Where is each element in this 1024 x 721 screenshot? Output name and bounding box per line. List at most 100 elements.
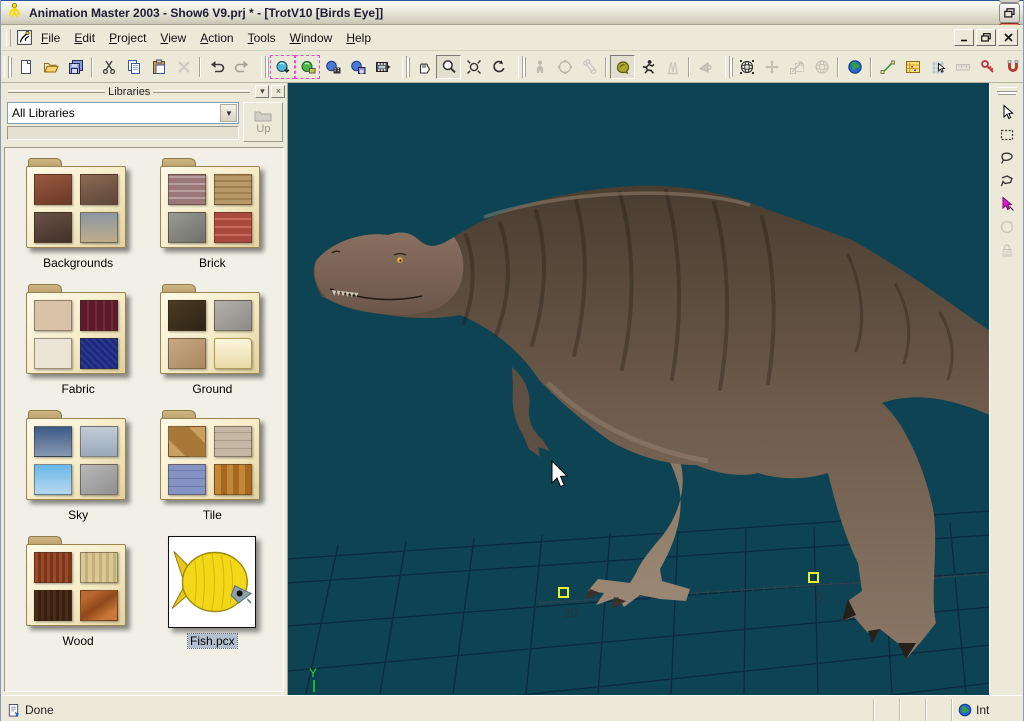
undo-button[interactable]	[204, 55, 229, 79]
library-folder-tile[interactable]: Tile	[145, 410, 279, 522]
menu-project[interactable]: Project	[102, 27, 153, 49]
restore-button[interactable]	[999, 3, 1020, 23]
menu-view[interactable]: View	[153, 27, 193, 49]
child-restore-button[interactable]	[976, 29, 996, 46]
fish-icon	[172, 540, 252, 624]
panel-pin-button[interactable]: ▾	[255, 85, 269, 98]
toolbar-gripper[interactable]	[997, 87, 1017, 92]
child-close-button[interactable]	[998, 29, 1018, 46]
skeletal-mode-button[interactable]	[635, 55, 660, 79]
redo-button[interactable]	[229, 55, 254, 79]
arrow-select-icon	[999, 104, 1015, 120]
navigate-mode-button[interactable]	[527, 55, 552, 79]
header-groove	[8, 90, 105, 93]
translate-manipulator-button[interactable]	[759, 55, 784, 79]
preview-animation-button[interactable]	[370, 55, 395, 79]
texture-swatch	[80, 300, 118, 331]
path-marker-near[interactable]	[559, 588, 568, 597]
panel-close-button[interactable]: ×	[271, 85, 285, 98]
new-project-button[interactable]	[13, 55, 38, 79]
modeling-mode-button[interactable]	[552, 55, 577, 79]
render-to-file-button[interactable]	[345, 55, 370, 79]
zoom-button[interactable]	[436, 55, 461, 79]
folder-icon	[26, 536, 130, 628]
texture-swatch	[214, 300, 252, 331]
scale-manipulator-button[interactable]	[784, 55, 809, 79]
rect-select-tool-button[interactable]	[994, 123, 1020, 146]
ruler-tool-button[interactable]	[950, 55, 975, 79]
paste-button[interactable]	[146, 55, 171, 79]
menu-file[interactable]: File	[34, 27, 67, 49]
up-button[interactable]: Up	[243, 102, 283, 142]
menu-window[interactable]: Window	[283, 27, 340, 49]
folder-icon	[26, 158, 130, 250]
library-folder-wood[interactable]: Wood	[11, 536, 145, 648]
library-item-label: Backgrounds	[43, 256, 113, 270]
grid-cursor-icon	[930, 59, 946, 75]
library-item-label: Fish.pcx	[188, 634, 237, 648]
move-view-button[interactable]	[411, 55, 436, 79]
library-folder-fabric[interactable]: Fabric	[11, 284, 145, 396]
horn-icon	[698, 59, 714, 75]
bound-group-button[interactable]	[734, 55, 759, 79]
cut-button[interactable]	[96, 55, 121, 79]
menu-action[interactable]: Action	[193, 27, 240, 49]
libraries-title: Libraries	[108, 86, 150, 98]
menu-edit[interactable]: Edit	[67, 27, 102, 49]
progressive-render-button[interactable]	[270, 55, 295, 79]
save-all-button[interactable]	[63, 55, 88, 79]
channels-icon	[905, 59, 921, 75]
world-view-button[interactable]	[842, 55, 867, 79]
dynamics-mode-button[interactable]	[660, 55, 685, 79]
muscle-mode-button[interactable]	[610, 55, 635, 79]
rotate-manipulator-button[interactable]	[809, 55, 834, 79]
texture-swatch	[214, 426, 252, 457]
group-pick-tool-button[interactable]	[994, 192, 1020, 215]
open-project-button[interactable]	[38, 55, 63, 79]
menu-tools[interactable]: Tools	[241, 27, 283, 49]
snap-to-grid-button[interactable]	[925, 55, 950, 79]
select-tool-button[interactable]	[994, 100, 1020, 123]
menu-help[interactable]: Help	[339, 27, 378, 49]
combo-arrow-icon[interactable]: ▼	[220, 104, 237, 122]
magnet-mode-button[interactable]	[1000, 55, 1023, 79]
title-bar: Animation Master 2003 - Show6 V9.prj * -…	[1, 0, 1023, 25]
library-folder-brick[interactable]: Brick	[145, 158, 279, 270]
make-keyframe-button[interactable]	[975, 55, 1000, 79]
folder-icon	[160, 284, 264, 376]
library-image-fish[interactable]: Fish.pcx	[145, 536, 279, 648]
path-marker-far[interactable]	[809, 573, 818, 582]
viewport-3d[interactable]: 20 0 Y	[288, 83, 989, 695]
child-minimize-button[interactable]	[954, 29, 974, 46]
library-select[interactable]: All Libraries ▼	[7, 102, 239, 124]
scale-icon	[789, 59, 805, 75]
copy-button[interactable]	[121, 55, 146, 79]
magnifier-icon	[441, 59, 457, 75]
lock-tool-button[interactable]	[994, 238, 1020, 261]
zoom-to-fit-button[interactable]	[461, 55, 486, 79]
library-folder-sky[interactable]: Sky	[11, 410, 145, 522]
texture-swatch	[34, 338, 72, 369]
toolbar-separator	[870, 57, 872, 77]
texture-swatch	[168, 464, 206, 495]
rotoscope-mode-button[interactable]	[693, 55, 718, 79]
lasso-select-tool-button[interactable]	[994, 146, 1020, 169]
toolbar-section	[258, 53, 399, 81]
path-tool-button[interactable]	[875, 55, 900, 79]
bones-mode-button[interactable]	[577, 55, 602, 79]
status-doc-icon	[7, 703, 20, 718]
poly-lasso-icon	[999, 173, 1015, 189]
library-folder-backgrounds[interactable]: Backgrounds	[11, 158, 145, 270]
render-to-film-button[interactable]	[320, 55, 345, 79]
library-folder-ground[interactable]: Ground	[145, 284, 279, 396]
timeline-channels-button[interactable]	[900, 55, 925, 79]
paste-icon	[151, 59, 167, 75]
rotate-view-tool-button[interactable]	[994, 215, 1020, 238]
polygon-select-tool-button[interactable]	[994, 169, 1020, 192]
delete-button[interactable]	[171, 55, 196, 79]
lasso-icon	[999, 150, 1015, 166]
project-document-icon[interactable]	[14, 28, 34, 48]
turn-view-button[interactable]	[486, 55, 511, 79]
earth-icon	[847, 59, 863, 75]
quick-render-button[interactable]	[295, 55, 320, 79]
